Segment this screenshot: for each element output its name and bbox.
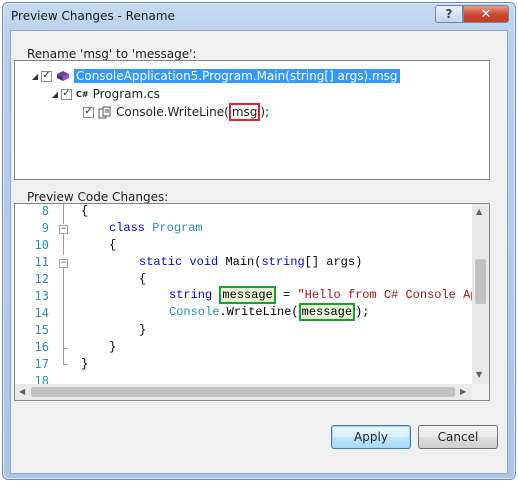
code-line: {: [81, 204, 89, 218]
tree-item-reference[interactable]: ✓ Console.WriteLine(msg);: [83, 103, 269, 121]
code-line: }: [109, 340, 117, 354]
code-line: class Program: [109, 221, 203, 235]
new-name-highlight: message: [219, 286, 276, 304]
line-number: 13: [34, 289, 49, 303]
code-line: {: [139, 272, 147, 286]
scroll-right-icon[interactable]: ▶: [460, 387, 466, 396]
code-line: string message = "Hello from C# Console …: [169, 286, 490, 304]
project-checkbox[interactable]: ✓: [41, 70, 52, 82]
scrollbar-corner: [472, 384, 489, 400]
tree-item-file-label[interactable]: Program.cs: [93, 87, 160, 101]
help-button[interactable]: ?: [435, 5, 463, 23]
rename-tree[interactable]: ◢ ✓ ConsoleApplication5.Program.Main(str…: [14, 60, 490, 180]
tree-item-project[interactable]: ◢ ✓ ConsoleApplication5.Program.Main(str…: [29, 67, 400, 85]
fold-line: [63, 234, 64, 255]
line-number: 12: [34, 272, 49, 286]
vertical-scroll-thumb[interactable]: [475, 259, 486, 304]
line-number: 16: [34, 340, 49, 354]
code-line: Console.WriteLine(message);: [169, 303, 370, 321]
close-button[interactable]: ✕: [463, 5, 509, 23]
rename-section-label: Rename 'msg' to 'message':: [27, 47, 197, 61]
code-line: }: [139, 323, 147, 337]
close-icon: ✕: [480, 6, 492, 22]
horizontal-scrollbar[interactable]: ◀ ▶: [15, 384, 489, 400]
reference-prefix: Console.WriteLine(: [116, 105, 229, 119]
tree-item-project-label[interactable]: ConsoleApplication5.Program.Main(string[…: [74, 69, 400, 83]
collapse-icon[interactable]: −: [59, 225, 68, 234]
preview-section-label: Preview Code Changes:: [27, 190, 169, 204]
vertical-scrollbar[interactable]: ▲ ▼: [472, 204, 489, 384]
method-icon: [56, 70, 70, 82]
line-number: 10: [34, 238, 49, 252]
csharp-file-icon: C#: [76, 89, 89, 99]
scroll-up-icon[interactable]: ▲: [476, 207, 482, 216]
line-number: 14: [34, 306, 49, 320]
fold-line: [63, 204, 64, 224]
collapse-icon[interactable]: −: [59, 259, 68, 268]
help-icon: ?: [445, 7, 453, 21]
window-title: Preview Changes - Rename: [11, 9, 175, 23]
code-preview-editor[interactable]: 8 9 10 11 12 13 14 15 16 17 18 − − { cla…: [14, 203, 490, 401]
file-checkbox[interactable]: ✓: [61, 88, 72, 100]
horizontal-scroll-thumb[interactable]: [31, 387, 455, 397]
line-number: 11: [34, 255, 49, 269]
cancel-button[interactable]: Cancel: [418, 425, 498, 449]
reference-suffix: );: [260, 105, 270, 119]
fold-line: [63, 348, 64, 364]
apply-button[interactable]: Apply: [331, 425, 411, 449]
scroll-left-icon[interactable]: ◀: [19, 387, 25, 396]
fold-end: [63, 364, 68, 365]
expand-arrow-icon[interactable]: ◢: [29, 72, 41, 81]
fold-line: [63, 268, 64, 348]
new-name-highlight: message: [298, 303, 356, 321]
line-number: 9: [41, 221, 49, 235]
code-line: {: [109, 238, 117, 252]
old-name-highlight: msg: [228, 103, 261, 121]
code-line: }: [81, 357, 89, 371]
scroll-down-icon[interactable]: ▼: [476, 370, 482, 379]
code-line: static void Main(string[] args): [139, 255, 363, 269]
reference-checkbox[interactable]: ✓: [83, 106, 94, 118]
expand-arrow-icon[interactable]: ◢: [49, 90, 61, 99]
reference-icon: [98, 106, 112, 119]
line-number: 17: [34, 357, 49, 371]
line-number: 8: [41, 204, 49, 218]
tree-item-file[interactable]: ◢ ✓ C# Program.cs: [49, 85, 160, 103]
line-number-gutter: 8 9 10 11 12 13 14 15 16 17 18: [15, 204, 53, 388]
line-number: 15: [34, 323, 49, 337]
